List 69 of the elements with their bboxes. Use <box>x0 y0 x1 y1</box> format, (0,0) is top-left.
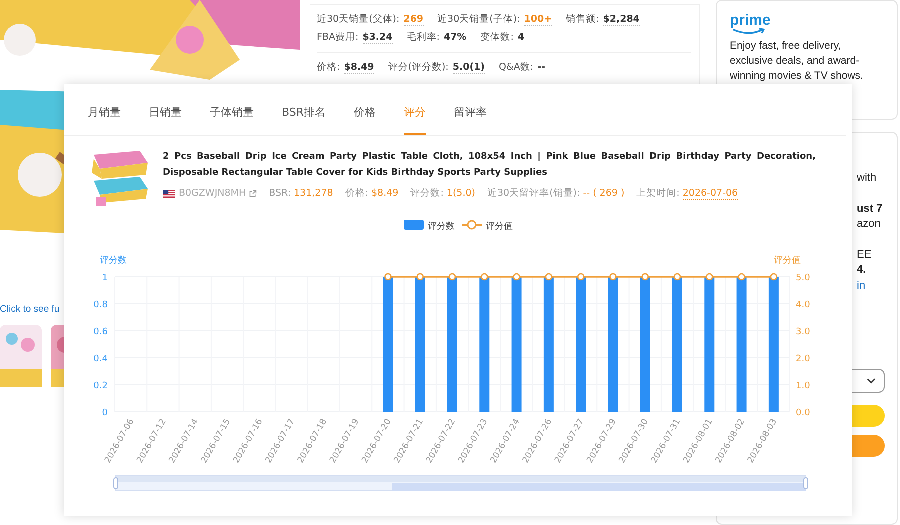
stat-label: 近30天销量(子体): <box>438 14 520 25</box>
line-point <box>448 273 456 281</box>
axis-title: 评分值 <box>774 256 801 266</box>
stat-label: 近30天销量(父体): <box>317 14 400 25</box>
legend-line-icon <box>462 220 482 230</box>
axis-tick-label: 0.0 <box>796 408 810 418</box>
buy-box-text: 4. <box>857 263 868 278</box>
stat-value: 100+ <box>524 14 552 26</box>
axis-tick-label: 3.0 <box>796 328 810 338</box>
axis-tick-label: 0 <box>102 408 108 418</box>
prime-text: Enjoy fast, free delivery, exclusive deals, and award-winning movies & TV shows. <box>730 39 864 84</box>
stat-value: $8.49 <box>344 62 374 74</box>
buy-box-text: azon <box>857 217 882 232</box>
axis-tick-label: 4.0 <box>796 300 810 310</box>
axis-tick-label: 0.2 <box>94 382 108 392</box>
meta-value: 131,278 <box>294 188 334 199</box>
chevron-icon <box>867 378 876 384</box>
line-point <box>642 273 649 281</box>
line-point <box>384 273 392 281</box>
meta-value: 1(5.0) <box>446 188 476 199</box>
line-point <box>416 273 424 281</box>
stat-value: $3.24 <box>362 32 393 44</box>
stat-value: $2,284 <box>603 14 640 26</box>
stat-label: Q&A数: <box>499 62 534 73</box>
stat-value: 4 <box>518 32 525 43</box>
meta-label: 上架时间: <box>636 188 680 199</box>
axis-tick-label: 2.0 <box>796 354 810 364</box>
axis-tick-label: 1.0 <box>796 382 810 392</box>
line-point <box>545 273 553 281</box>
prime-logo: prime <box>730 13 770 28</box>
zoom-slider[interactable] <box>114 476 808 492</box>
legend-label: 评分数 <box>428 222 455 232</box>
buy-box-link[interactable]: in <box>857 278 889 294</box>
chart-tab[interactable]: 留评率 <box>454 84 487 135</box>
line-point <box>481 273 488 281</box>
line-point <box>706 273 714 281</box>
axis-tick-label: 0.8 <box>94 300 108 310</box>
stat-value: 269 <box>404 14 424 26</box>
line-point <box>577 273 585 281</box>
meta-label: 评分数: <box>410 188 444 199</box>
buy-box-text: EE <box>857 248 873 262</box>
meta-value: 2026-07-06 <box>682 188 738 200</box>
stat-label: FBA费用: <box>317 32 359 43</box>
axis-tick-label: 5.0 <box>796 274 810 284</box>
buy-box-text: with <box>857 171 878 186</box>
line-point <box>770 273 778 281</box>
line-point <box>674 273 682 281</box>
meta-value: $8.49 <box>372 188 399 199</box>
stat-label: 销售额: <box>566 14 600 25</box>
smile-icon <box>730 28 768 35</box>
stat-label: 毛利率: <box>406 32 440 43</box>
line-point <box>513 273 520 281</box>
stat-label: 变体数: <box>480 32 514 43</box>
product-title: 2 Pcs Baseball Drip Ice Cream Party Plastic Table Cloth, 108x54 Inch | Pink Blue Baseball Drip Birthday Party Decoration, Disposable Rectangular Table Cover for Kids Birthday Sports Party Supplies <box>163 151 816 180</box>
stat-label: 价格: <box>317 62 340 73</box>
meta-value: -- ( 269 ) <box>583 188 625 199</box>
legend-label: 评分值 <box>486 222 513 232</box>
stat-value: 5.0(1) <box>452 62 486 74</box>
stat-value: 47% <box>444 32 467 43</box>
stat-label: 评分(评分数): <box>388 62 449 73</box>
line-point <box>738 273 746 281</box>
buy-box-text: ust 7 <box>857 202 884 216</box>
stat-value: -- <box>538 62 546 73</box>
axis-tick-label: 0.4 <box>94 354 108 364</box>
meta-label: 价格: <box>345 188 369 199</box>
meta-label: 近30天留评率(销量): <box>488 188 580 199</box>
chart-tab[interactable]: 价格 <box>354 84 376 135</box>
axis-tick-label: 0.6 <box>94 328 108 338</box>
line-point <box>610 273 617 281</box>
